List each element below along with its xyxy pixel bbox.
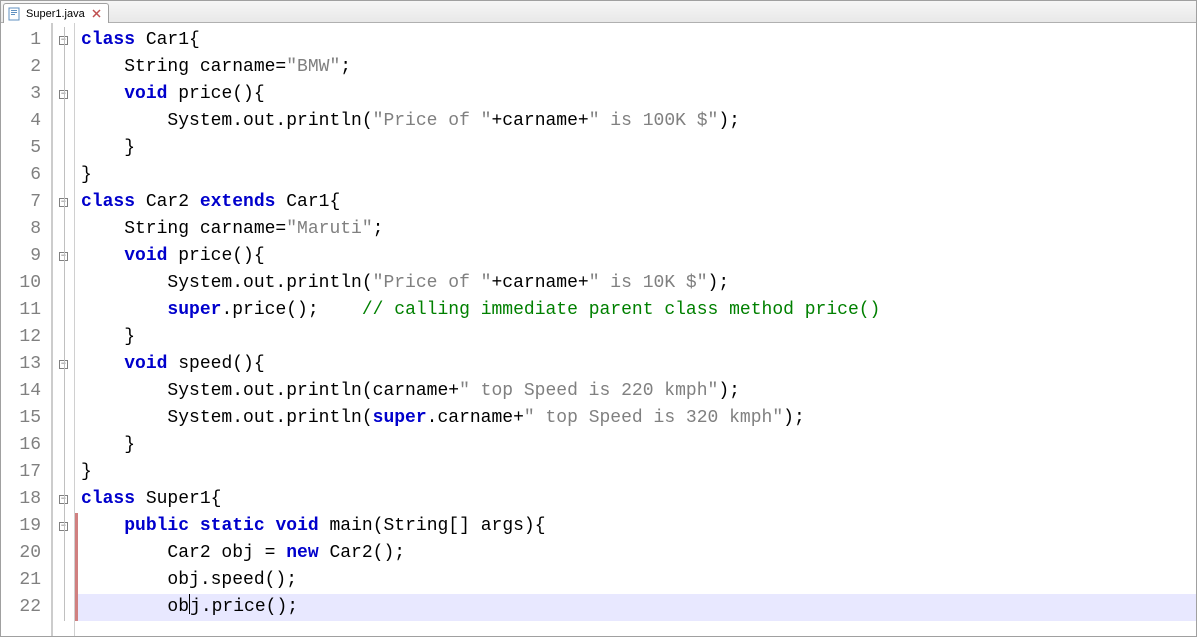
line-number: 5 [1,135,51,162]
line-number: 12 [1,324,51,351]
line-number: 13 [1,351,51,378]
fold-cell [53,594,74,621]
fold-cell [53,162,74,189]
code-line[interactable]: class Car2 extends Car1{ [77,189,1196,216]
code-line[interactable]: super.price(); // calling immediate pare… [77,297,1196,324]
line-number: 4 [1,108,51,135]
text-caret [189,594,190,614]
code-line[interactable]: System.out.println(super.carname+" top S… [77,405,1196,432]
line-number: 17 [1,459,51,486]
fold-cell [53,378,74,405]
fold-cell [53,432,74,459]
fold-cell [53,135,74,162]
line-number: 16 [1,432,51,459]
code-line[interactable]: public static void main(String[] args){ [77,513,1196,540]
fold-cell: − [53,81,74,108]
fold-cell [53,108,74,135]
fold-cell [53,540,74,567]
line-number: 1 [1,27,51,54]
line-number: 3 [1,81,51,108]
tab-filename: Super1.java [26,8,85,20]
line-number: 20 [1,540,51,567]
code-line[interactable]: String carname="BMW"; [77,54,1196,81]
code-line[interactable]: System.out.println(carname+" top Speed i… [77,378,1196,405]
line-number: 11 [1,297,51,324]
fold-cell [53,216,74,243]
fold-cell: − [53,486,74,513]
line-number: 15 [1,405,51,432]
line-number: 2 [1,54,51,81]
tab-super1-java[interactable]: Super1.java [3,3,109,23]
line-number-gutter: 12345678910111213141516171819202122 [1,23,53,636]
editor: 12345678910111213141516171819202122 −−−−… [1,23,1196,636]
fold-cell [53,567,74,594]
code-line[interactable]: } [77,432,1196,459]
line-number: 18 [1,486,51,513]
code-line[interactable]: class Super1{ [77,486,1196,513]
fold-cell: − [53,513,74,540]
code-line[interactable]: String carname="Maruti"; [77,216,1196,243]
code-line[interactable]: System.out.println("Price of "+carname+"… [77,270,1196,297]
line-number: 22 [1,594,51,621]
code-line[interactable]: obj.speed(); [77,567,1196,594]
fold-cell [53,324,74,351]
line-number: 21 [1,567,51,594]
java-file-icon [8,7,22,21]
close-icon[interactable] [92,9,102,19]
code-line[interactable]: Car2 obj = new Car2(); [77,540,1196,567]
fold-cell: − [53,243,74,270]
line-number: 9 [1,243,51,270]
fold-cell [53,270,74,297]
fold-cell: − [53,189,74,216]
fold-cell: − [53,27,74,54]
code-line[interactable]: void speed(){ [77,351,1196,378]
code-line[interactable]: System.out.println("Price of "+carname+"… [77,108,1196,135]
code-line[interactable]: } [77,324,1196,351]
line-number: 10 [1,270,51,297]
tab-bar: Super1.java [1,1,1196,23]
fold-cell [53,405,74,432]
code-line[interactable]: void price(){ [77,81,1196,108]
line-number: 14 [1,378,51,405]
fold-cell: − [53,351,74,378]
code-line[interactable]: obj.price(); [77,594,1196,621]
fold-cell [53,459,74,486]
code-line[interactable]: } [77,459,1196,486]
code-line[interactable]: void price(){ [77,243,1196,270]
code-line[interactable]: } [77,135,1196,162]
line-number: 8 [1,216,51,243]
change-marker [75,513,78,621]
fold-cell [53,297,74,324]
line-number: 6 [1,162,51,189]
line-number: 7 [1,189,51,216]
code-line[interactable]: class Car1{ [77,27,1196,54]
fold-cell [53,54,74,81]
code-area[interactable]: class Car1{ String carname="BMW"; void p… [75,23,1196,636]
line-number: 19 [1,513,51,540]
fold-column: −−−−−−− [53,23,75,636]
code-line[interactable]: } [77,162,1196,189]
